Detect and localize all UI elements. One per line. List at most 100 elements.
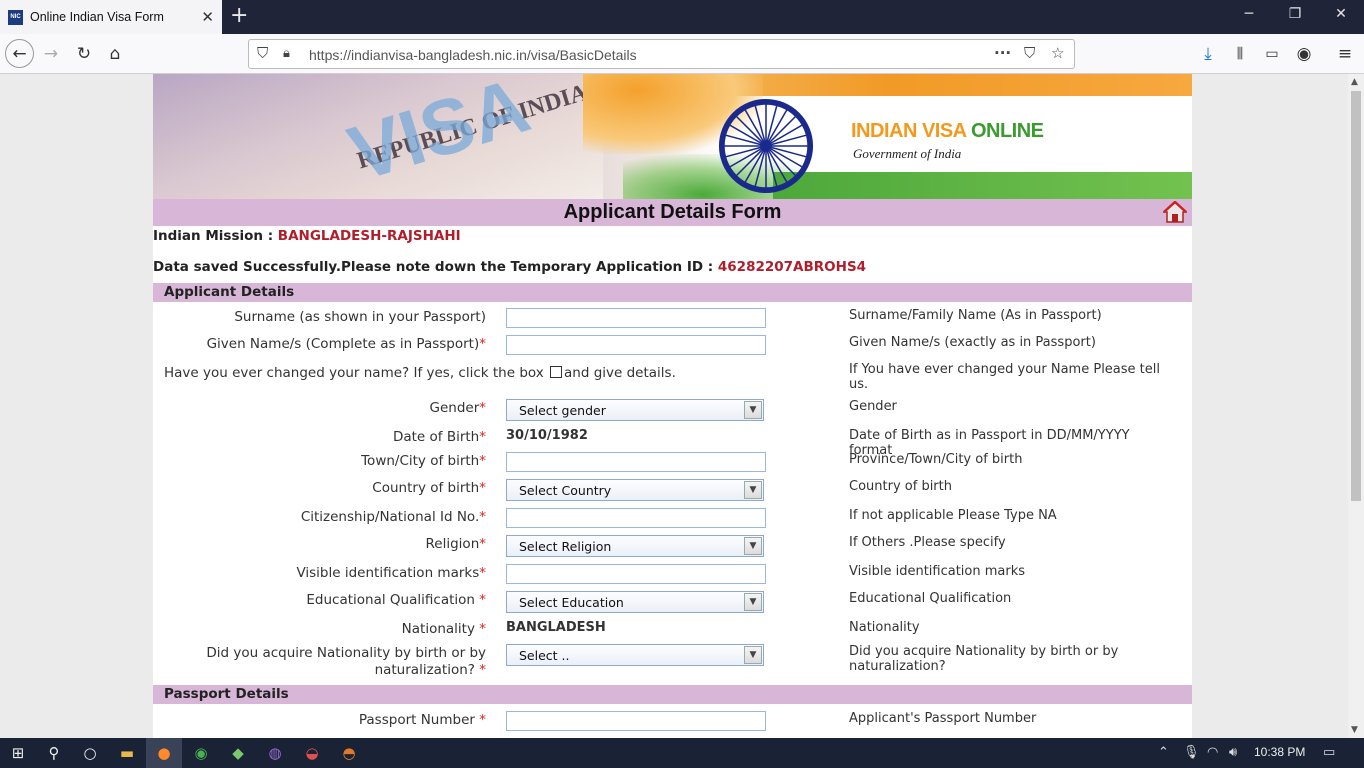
shield-icon[interactable]: ⛉ (257, 44, 268, 62)
vertical-scrollbar[interactable]: ▲ ▼ (1348, 74, 1364, 738)
windows-taskbar: ⊞ ⚲ ○ ▬ ● ◉ ◆ ◍ ◒ ◓ ⌃ 🎙︎ ◠ 🔊︎ 10:38 PM ▭ (0, 738, 1364, 768)
scrollbar-thumb[interactable] (1351, 91, 1361, 501)
given-name-hint: Given Name/s (exactly as in Passport) (849, 335, 1096, 350)
ashoka-chakra-icon (718, 98, 814, 194)
country-select[interactable]: Select Country ▼ (506, 479, 764, 501)
notifications-icon[interactable]: ▭ (1323, 745, 1335, 760)
passport-number-hint: Applicant's Passport Number (849, 711, 1037, 726)
passport-number-input[interactable] (506, 711, 766, 731)
chevron-down-icon[interactable]: ▼ (744, 481, 762, 499)
nationality-label: Nationality * (401, 621, 486, 637)
account-icon[interactable]: ◉ (1291, 41, 1317, 67)
chevron-down-icon[interactable]: ▼ (744, 401, 762, 419)
tray-expand-icon[interactable]: ⌃ (1158, 745, 1169, 760)
town-input[interactable] (506, 452, 766, 472)
app-icon-3[interactable]: ◓ (331, 738, 367, 768)
changed-name-hint: If You have ever changed your Name Pleas… (849, 362, 1160, 392)
temporary-application-id: 46282207ABROHS4 (717, 259, 867, 275)
acquire-nationality-select[interactable]: Select .. ▼ (506, 644, 764, 666)
volume-icon[interactable]: 🔊︎ (1229, 745, 1237, 760)
downloads-icon[interactable]: ⤓ (1195, 41, 1221, 67)
page-actions-icon[interactable]: ··· (994, 44, 1011, 62)
reload-button[interactable]: ↻ (71, 41, 97, 67)
close-window-icon[interactable]: ✕ (1318, 6, 1364, 22)
town-hint: Province/Town/City of birth (849, 452, 1023, 467)
given-name-label: Given Name/s (Complete as in Passport)* (206, 336, 486, 352)
scroll-down-icon[interactable]: ▼ (1351, 725, 1358, 735)
education-label: Educational Qualification * (306, 592, 486, 608)
page-content: REPUBLIC OF INDIA VISA INDIAN VISA ONLIN… (153, 74, 1192, 738)
taskbar-clock[interactable]: 10:38 PM (1254, 745, 1305, 759)
gender-select[interactable]: Select gender ▼ (506, 399, 764, 421)
home-button[interactable]: ⌂ (102, 41, 128, 67)
passport-number-label: Passport Number * (358, 712, 486, 728)
green-strip (773, 172, 1192, 199)
indian-mission-line: Indian Mission : BANGLADESH-RAJSHAHI (153, 228, 461, 244)
minimize-icon[interactable]: ─ (1226, 6, 1272, 22)
address-bar[interactable]: ⛉ 🔒︎ https://indianvisa-bangladesh.nic.i… (248, 39, 1075, 69)
dob-value: 30/10/1982 (506, 428, 588, 443)
nic-favicon-icon: NIC (8, 9, 23, 25)
form-title-bar: Applicant Details Form (153, 199, 1192, 226)
citizenship-input[interactable] (506, 508, 766, 528)
pocket-icon[interactable]: ⛉ (1024, 44, 1035, 62)
citizenship-label: Citizenship/National Id No.* (300, 509, 486, 525)
country-label: Country of birth* (372, 480, 486, 496)
indian-visa-online-logo: INDIAN VISA ONLINE (851, 120, 1044, 142)
viber-icon[interactable]: ◍ (257, 738, 293, 768)
browser-tab-strip: NIC Online Indian Visa Form ✕ + ─ ❐ ✕ (0, 0, 1364, 34)
app-icon[interactable]: ◆ (220, 738, 256, 768)
chrome-icon[interactable]: ◉ (183, 738, 219, 768)
close-tab-icon[interactable]: ✕ (201, 8, 214, 26)
given-name-input[interactable] (506, 335, 766, 355)
save-confirmation-line: Data saved Successfully.Please note down… (153, 259, 867, 275)
section-applicant-details: Applicant Details (153, 283, 1192, 302)
file-explorer-icon[interactable]: ▬ (109, 738, 145, 768)
mission-value: BANGLADESH-RAJSHAHI (277, 228, 461, 244)
firefox-icon[interactable]: ● (146, 738, 182, 768)
url-text[interactable]: https://indianvisa-bangladesh.nic.in/vis… (309, 47, 637, 63)
government-of-india-tagline: Government of India (853, 146, 962, 161)
task-view-icon[interactable]: ○ (72, 738, 108, 768)
library-icon[interactable]: ⫼ (1227, 41, 1253, 67)
section-passport-details: Passport Details (153, 685, 1192, 704)
changed-name-question: Have you ever changed your name? If yes,… (164, 365, 676, 381)
bookmark-star-icon[interactable]: ☆ (1051, 44, 1064, 62)
menu-icon[interactable]: ≡ (1332, 41, 1358, 67)
surname-label: Surname (as shown in your Passport) (234, 309, 486, 325)
identification-marks-input[interactable] (506, 564, 766, 584)
religion-select[interactable]: Select Religion ▼ (506, 535, 764, 557)
browser-tab[interactable]: NIC Online Indian Visa Form ✕ (0, 0, 222, 34)
back-button[interactable]: ← (5, 39, 34, 68)
country-hint: Country of birth (849, 479, 952, 494)
lock-icon[interactable]: 🔒︎ (283, 46, 290, 61)
gender-hint: Gender (849, 399, 897, 414)
sidebar-icon[interactable]: ▭ (1259, 41, 1285, 67)
dob-label: Date of Birth* (392, 429, 486, 445)
search-icon[interactable]: ⚲ (36, 738, 72, 768)
navigation-toolbar: ← → ↻ ⌂ ⛉ 🔒︎ https://indianvisa-banglade… (0, 34, 1364, 74)
tab-title: Online Indian Visa Form (30, 10, 164, 24)
education-select[interactable]: Select Education ▼ (506, 591, 764, 613)
app-icon-2[interactable]: ◒ (294, 738, 330, 768)
changed-name-checkbox[interactable] (550, 366, 563, 378)
microphone-icon[interactable]: 🎙︎ (1183, 745, 1200, 760)
surname-input[interactable] (506, 308, 766, 328)
chevron-down-icon[interactable]: ▼ (744, 537, 762, 555)
new-tab-icon[interactable]: + (230, 3, 248, 28)
scroll-up-icon[interactable]: ▲ (1351, 77, 1358, 87)
acquire-nationality-label: Did you acquire Nationality by birth or … (206, 645, 486, 678)
education-hint: Educational Qualification (849, 591, 1012, 606)
wifi-icon[interactable]: ◠ (1207, 745, 1218, 760)
chevron-down-icon[interactable]: ▼ (744, 593, 762, 611)
citizenship-hint: If not applicable Please Type NA (849, 508, 1057, 523)
home-icon[interactable] (1163, 201, 1187, 223)
windows-start-icon[interactable]: ⊞ (0, 738, 36, 768)
identification-marks-label: Visible identification marks* (296, 565, 486, 581)
identification-marks-hint: Visible identification marks (849, 564, 1026, 579)
restore-icon[interactable]: ❐ (1272, 6, 1318, 22)
nationality-value: BANGLADESH (506, 620, 606, 635)
forward-button[interactable]: → (38, 41, 64, 67)
surname-hint: Surname/Family Name (As in Passport) (849, 308, 1102, 323)
chevron-down-icon[interactable]: ▼ (744, 646, 762, 664)
